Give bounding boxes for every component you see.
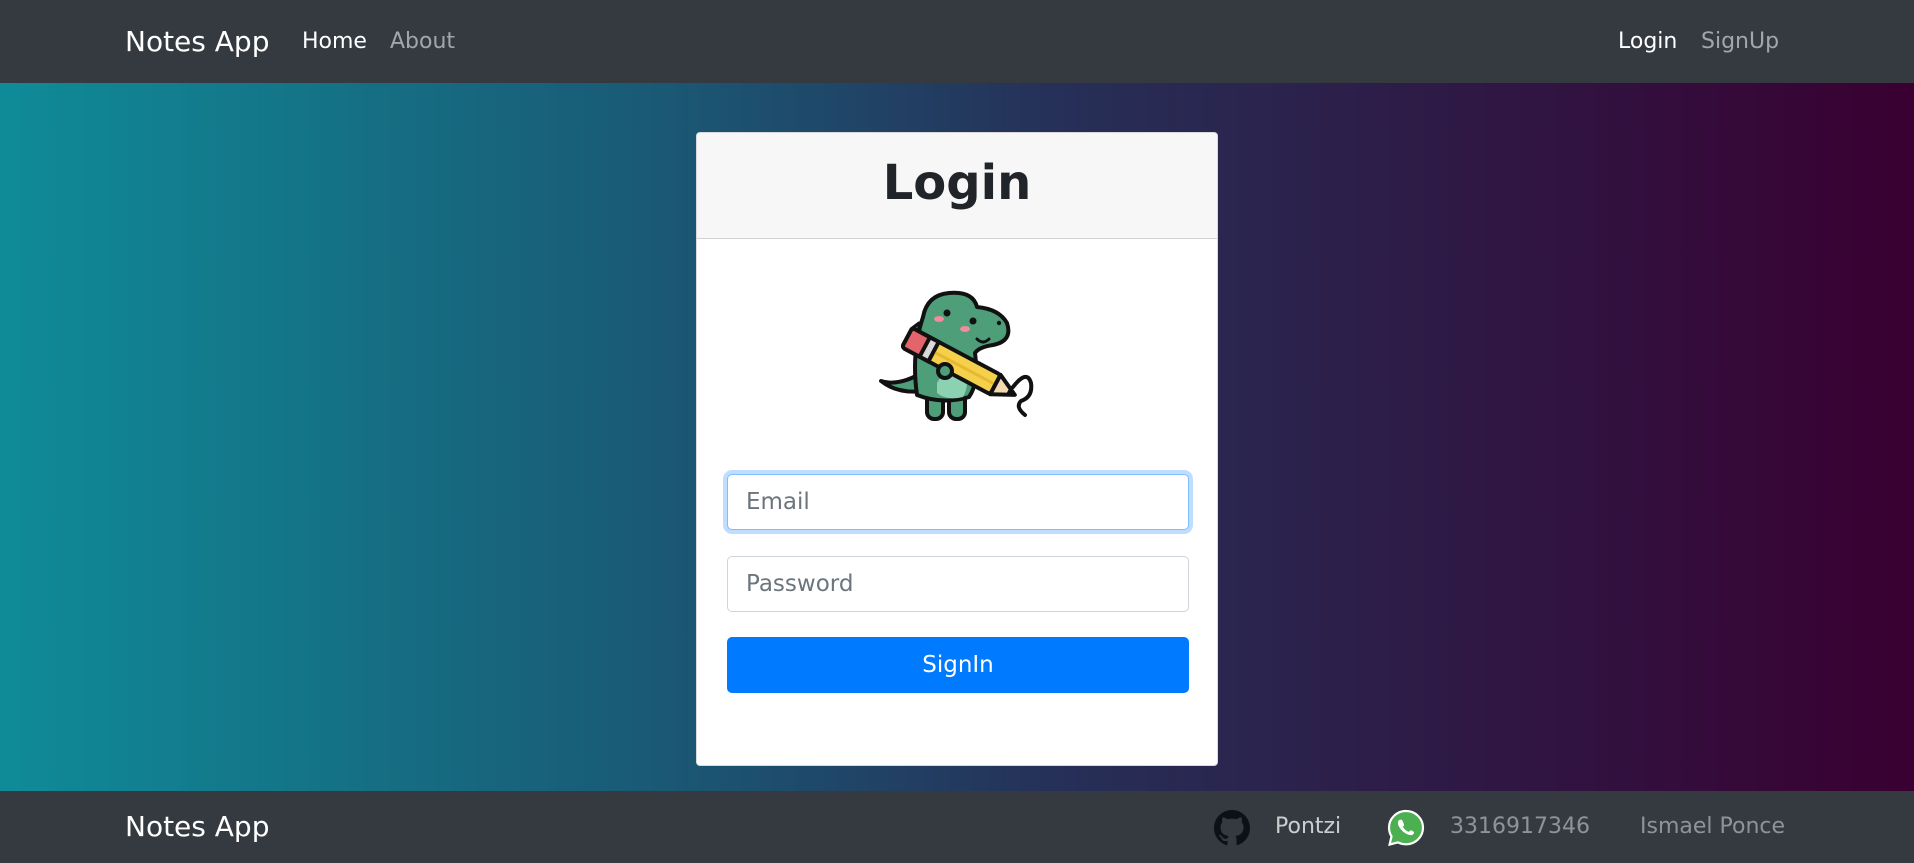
email-input[interactable]: [727, 474, 1189, 530]
nav-link-signup[interactable]: SignUp: [1701, 28, 1779, 56]
github-link[interactable]: Pontzi: [1275, 813, 1341, 841]
nav-link-about[interactable]: About: [390, 28, 455, 56]
whatsapp-icon[interactable]: [1387, 809, 1425, 847]
dinosaur-mascot-icon: [879, 290, 1034, 421]
nav-link-login[interactable]: Login: [1618, 28, 1677, 56]
footer: Notes App Pontzi 3316917346 Ismael Ponce: [0, 791, 1914, 863]
nav-link-home[interactable]: Home: [302, 28, 367, 56]
main-content: Login Email SignIn: [0, 83, 1914, 791]
login-title: Login: [882, 155, 1032, 211]
password-input[interactable]: [727, 556, 1189, 612]
signin-button[interactable]: SignIn: [727, 637, 1189, 693]
top-navbar: Notes App Home About Login SignUp: [0, 0, 1914, 83]
navbar-brand[interactable]: Notes App: [125, 24, 269, 60]
github-icon[interactable]: [1214, 810, 1250, 846]
footer-brand: Notes App: [125, 810, 270, 843]
author-name: Ismael Ponce: [1640, 814, 1786, 839]
whatsapp-link[interactable]: 3316917346: [1450, 813, 1590, 841]
login-card-header: Login: [697, 133, 1217, 239]
login-card: Login Email SignIn: [696, 132, 1218, 766]
